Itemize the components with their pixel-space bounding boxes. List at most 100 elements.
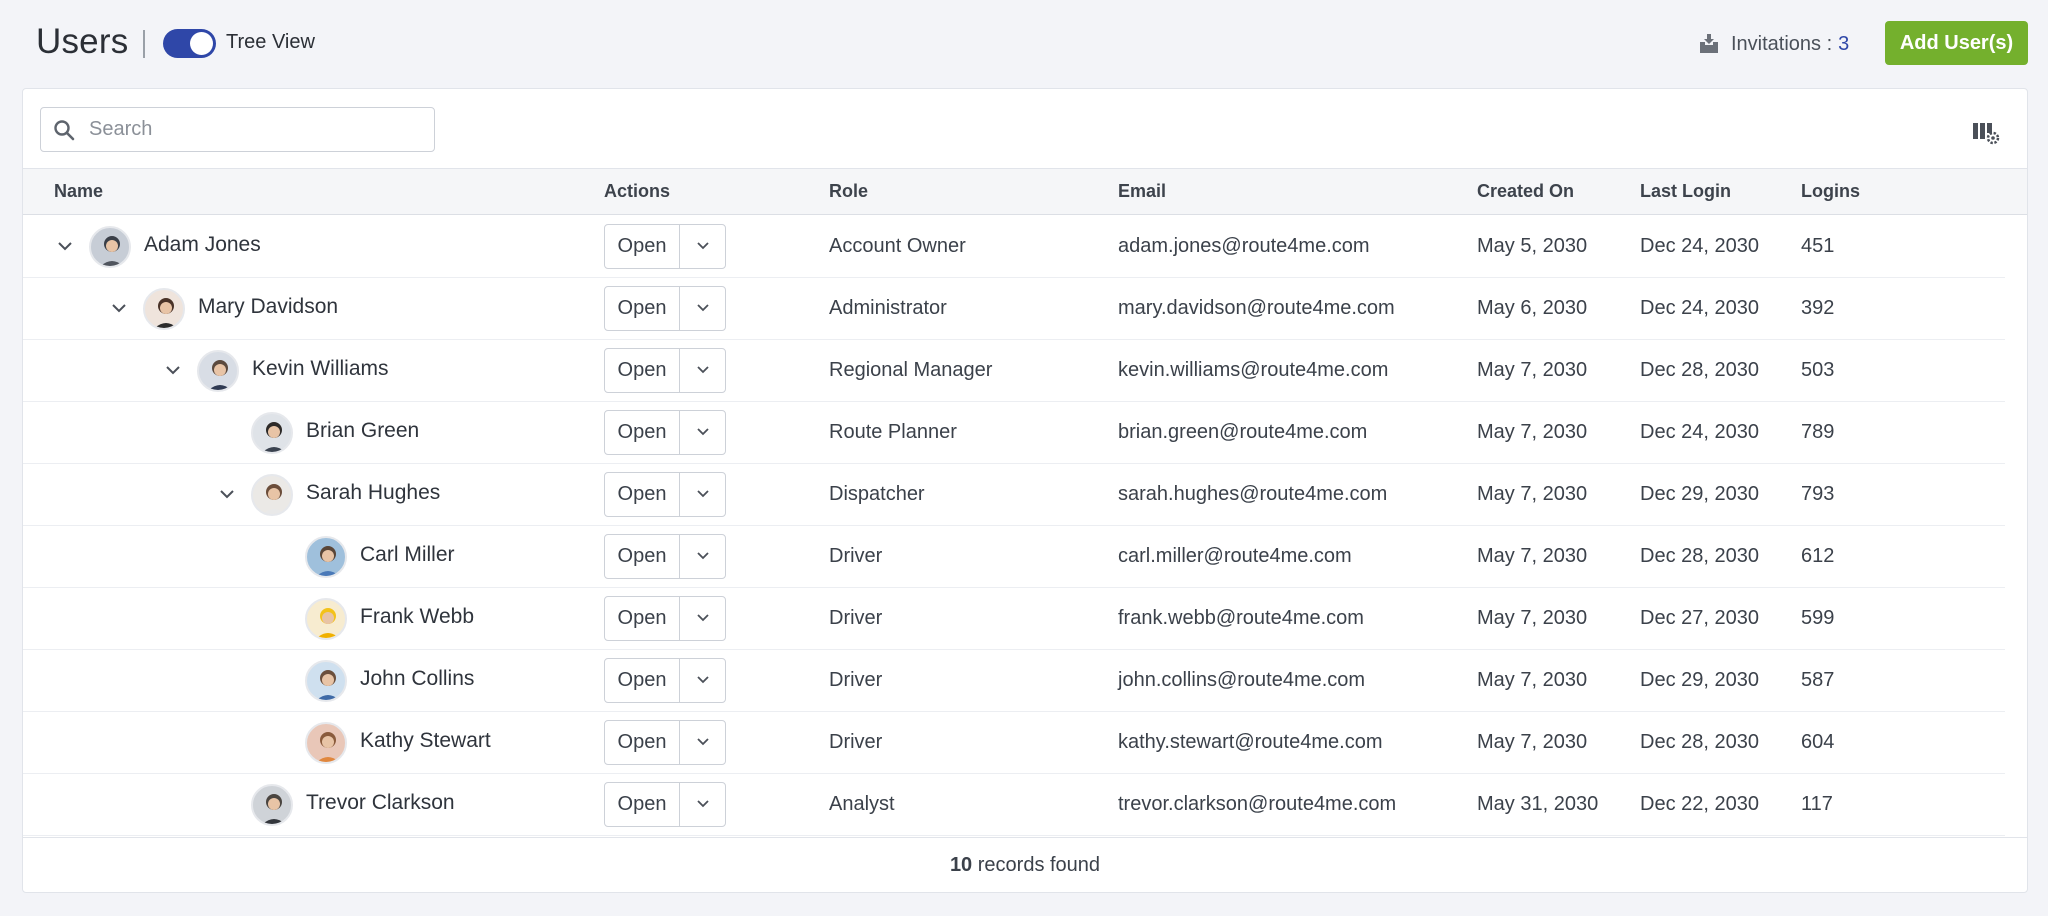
user-name[interactable]: Adam Jones bbox=[144, 233, 261, 257]
created-on-cell: May 7, 2030 bbox=[1477, 483, 1588, 505]
created-on-cell: May 7, 2030 bbox=[1477, 731, 1588, 753]
open-button[interactable]: Open bbox=[605, 411, 680, 454]
actions-split-button: Open bbox=[604, 286, 726, 331]
email-cell: john.collins@route4me.com bbox=[1118, 669, 1366, 691]
open-button[interactable]: Open bbox=[605, 659, 680, 702]
chevron-down-icon bbox=[697, 490, 709, 498]
open-button[interactable]: Open bbox=[605, 349, 680, 392]
open-button[interactable]: Open bbox=[605, 473, 680, 516]
actions-dropdown-button[interactable] bbox=[681, 411, 725, 454]
table-row[interactable]: Carl Miller Open Driver carl.miller@route… bbox=[23, 526, 2005, 588]
table-row[interactable]: Kathy Stewart Open Driver kathy.stewart@r… bbox=[23, 712, 2005, 774]
logins-cell: 793 bbox=[1801, 483, 1835, 505]
actions-dropdown-button[interactable] bbox=[681, 287, 725, 330]
user-name[interactable]: Sarah Hughes bbox=[306, 481, 440, 505]
search-input[interactable] bbox=[89, 112, 424, 147]
email-cell: carl.miller@route4me.com bbox=[1118, 545, 1352, 567]
created-on-cell: May 7, 2030 bbox=[1477, 421, 1588, 443]
table-row[interactable]: Kevin Williams Open Regional Manager kevi… bbox=[23, 340, 2005, 402]
last-login-cell: Dec 29, 2030 bbox=[1640, 483, 1759, 505]
actions-dropdown-button[interactable] bbox=[681, 225, 725, 268]
last-login-cell: Dec 28, 2030 bbox=[1640, 545, 1759, 567]
table-row[interactable]: Brian Green Open Route Planner brian.gree… bbox=[23, 402, 2005, 464]
column-header-created-on[interactable]: Created On bbox=[1477, 181, 1574, 202]
actions-split-button: Open bbox=[604, 472, 726, 517]
actions-dropdown-button[interactable] bbox=[681, 473, 725, 516]
open-button[interactable]: Open bbox=[605, 597, 680, 640]
user-name[interactable]: John Collins bbox=[360, 667, 474, 691]
table-row[interactable]: Mary Davidson Open Administrator mary.dav… bbox=[23, 278, 2005, 340]
avatar bbox=[305, 660, 347, 702]
open-button[interactable]: Open bbox=[605, 783, 680, 826]
created-on-cell: May 7, 2030 bbox=[1477, 607, 1588, 629]
column-header-name[interactable]: Name bbox=[54, 181, 103, 202]
column-settings-icon[interactable] bbox=[1972, 119, 2002, 147]
actions-dropdown-button[interactable] bbox=[681, 349, 725, 392]
column-header-logins[interactable]: Logins bbox=[1801, 181, 1860, 202]
chevron-down-icon bbox=[697, 800, 709, 808]
collapse-chevron-icon[interactable] bbox=[216, 483, 238, 505]
add-users-button[interactable]: Add User(s) bbox=[1885, 21, 2028, 65]
collapse-chevron-icon[interactable] bbox=[54, 235, 76, 257]
user-name[interactable]: Mary Davidson bbox=[198, 295, 338, 319]
actions-dropdown-button[interactable] bbox=[681, 535, 725, 578]
created-on-cell: May 5, 2030 bbox=[1477, 235, 1588, 257]
invitations-link[interactable]: Invitations : 3 bbox=[1697, 30, 1849, 58]
created-on-cell: May 31, 2030 bbox=[1477, 793, 1599, 815]
table-row[interactable]: Adam Jones Open Account Owner adam.jones@… bbox=[23, 216, 2005, 278]
collapse-chevron-icon[interactable] bbox=[108, 297, 130, 319]
user-name[interactable]: Brian Green bbox=[306, 419, 419, 443]
chevron-down-icon bbox=[697, 738, 709, 746]
table-footer: 10 records found bbox=[23, 837, 2027, 893]
last-login-cell: Dec 28, 2030 bbox=[1640, 731, 1759, 753]
email-cell: trevor.clarkson@route4me.com bbox=[1118, 793, 1397, 815]
last-login-cell: Dec 27, 2030 bbox=[1640, 607, 1759, 629]
avatar bbox=[197, 350, 239, 392]
avatar bbox=[251, 784, 293, 826]
role-cell: Driver bbox=[829, 607, 883, 629]
actions-dropdown-button[interactable] bbox=[681, 597, 725, 640]
email-cell: mary.davidson@route4me.com bbox=[1118, 297, 1395, 319]
user-name[interactable]: Frank Webb bbox=[360, 605, 474, 629]
actions-dropdown-button[interactable] bbox=[681, 721, 725, 764]
actions-dropdown-button[interactable] bbox=[681, 783, 725, 826]
open-button[interactable]: Open bbox=[605, 721, 680, 764]
table-row[interactable]: Sarah Hughes Open Dispatcher sarah.hughes… bbox=[23, 464, 2005, 526]
logins-cell: 392 bbox=[1801, 297, 1835, 319]
last-login-cell: Dec 28, 2030 bbox=[1640, 359, 1759, 381]
user-name[interactable]: Trevor Clarkson bbox=[306, 791, 455, 815]
role-cell: Driver bbox=[829, 545, 883, 567]
table-row[interactable]: Trevor Clarkson Open Analyst trevor.clark… bbox=[23, 774, 2005, 836]
table-row[interactable]: Frank Webb Open Driver frank.webb@route4m… bbox=[23, 588, 2005, 650]
column-header-last-login[interactable]: Last Login bbox=[1640, 181, 1731, 202]
tree-view-label: Tree View bbox=[226, 31, 315, 53]
page-header: Users Tree View Invitations : 3 Add User… bbox=[0, 0, 2048, 88]
actions-split-button: Open bbox=[604, 782, 726, 827]
collapse-chevron-icon[interactable] bbox=[162, 359, 184, 381]
created-on-cell: May 7, 2030 bbox=[1477, 545, 1588, 567]
role-cell: Analyst bbox=[829, 793, 895, 815]
open-button[interactable]: Open bbox=[605, 225, 680, 268]
last-login-cell: Dec 24, 2030 bbox=[1640, 297, 1759, 319]
user-name[interactable]: Kevin Williams bbox=[252, 357, 389, 381]
chevron-down-icon bbox=[697, 676, 709, 684]
logins-cell: 503 bbox=[1801, 359, 1835, 381]
user-name[interactable]: Carl Miller bbox=[360, 543, 455, 567]
open-button[interactable]: Open bbox=[605, 535, 680, 578]
actions-split-button: Open bbox=[604, 348, 726, 393]
title-divider bbox=[143, 30, 145, 58]
logins-cell: 789 bbox=[1801, 421, 1835, 443]
actions-dropdown-button[interactable] bbox=[681, 659, 725, 702]
column-header-role[interactable]: Role bbox=[829, 181, 868, 202]
created-on-cell: May 7, 2030 bbox=[1477, 669, 1588, 691]
table-row[interactable]: John Collins Open Driver john.collins@rou… bbox=[23, 650, 2005, 712]
logins-cell: 599 bbox=[1801, 607, 1835, 629]
search-box[interactable] bbox=[40, 107, 435, 152]
role-cell: Route Planner bbox=[829, 421, 957, 443]
tree-view-toggle[interactable] bbox=[163, 29, 216, 58]
last-login-cell: Dec 24, 2030 bbox=[1640, 235, 1759, 257]
chevron-down-icon bbox=[697, 428, 709, 436]
open-button[interactable]: Open bbox=[605, 287, 680, 330]
column-header-email[interactable]: Email bbox=[1118, 181, 1166, 202]
user-name[interactable]: Kathy Stewart bbox=[360, 729, 491, 753]
